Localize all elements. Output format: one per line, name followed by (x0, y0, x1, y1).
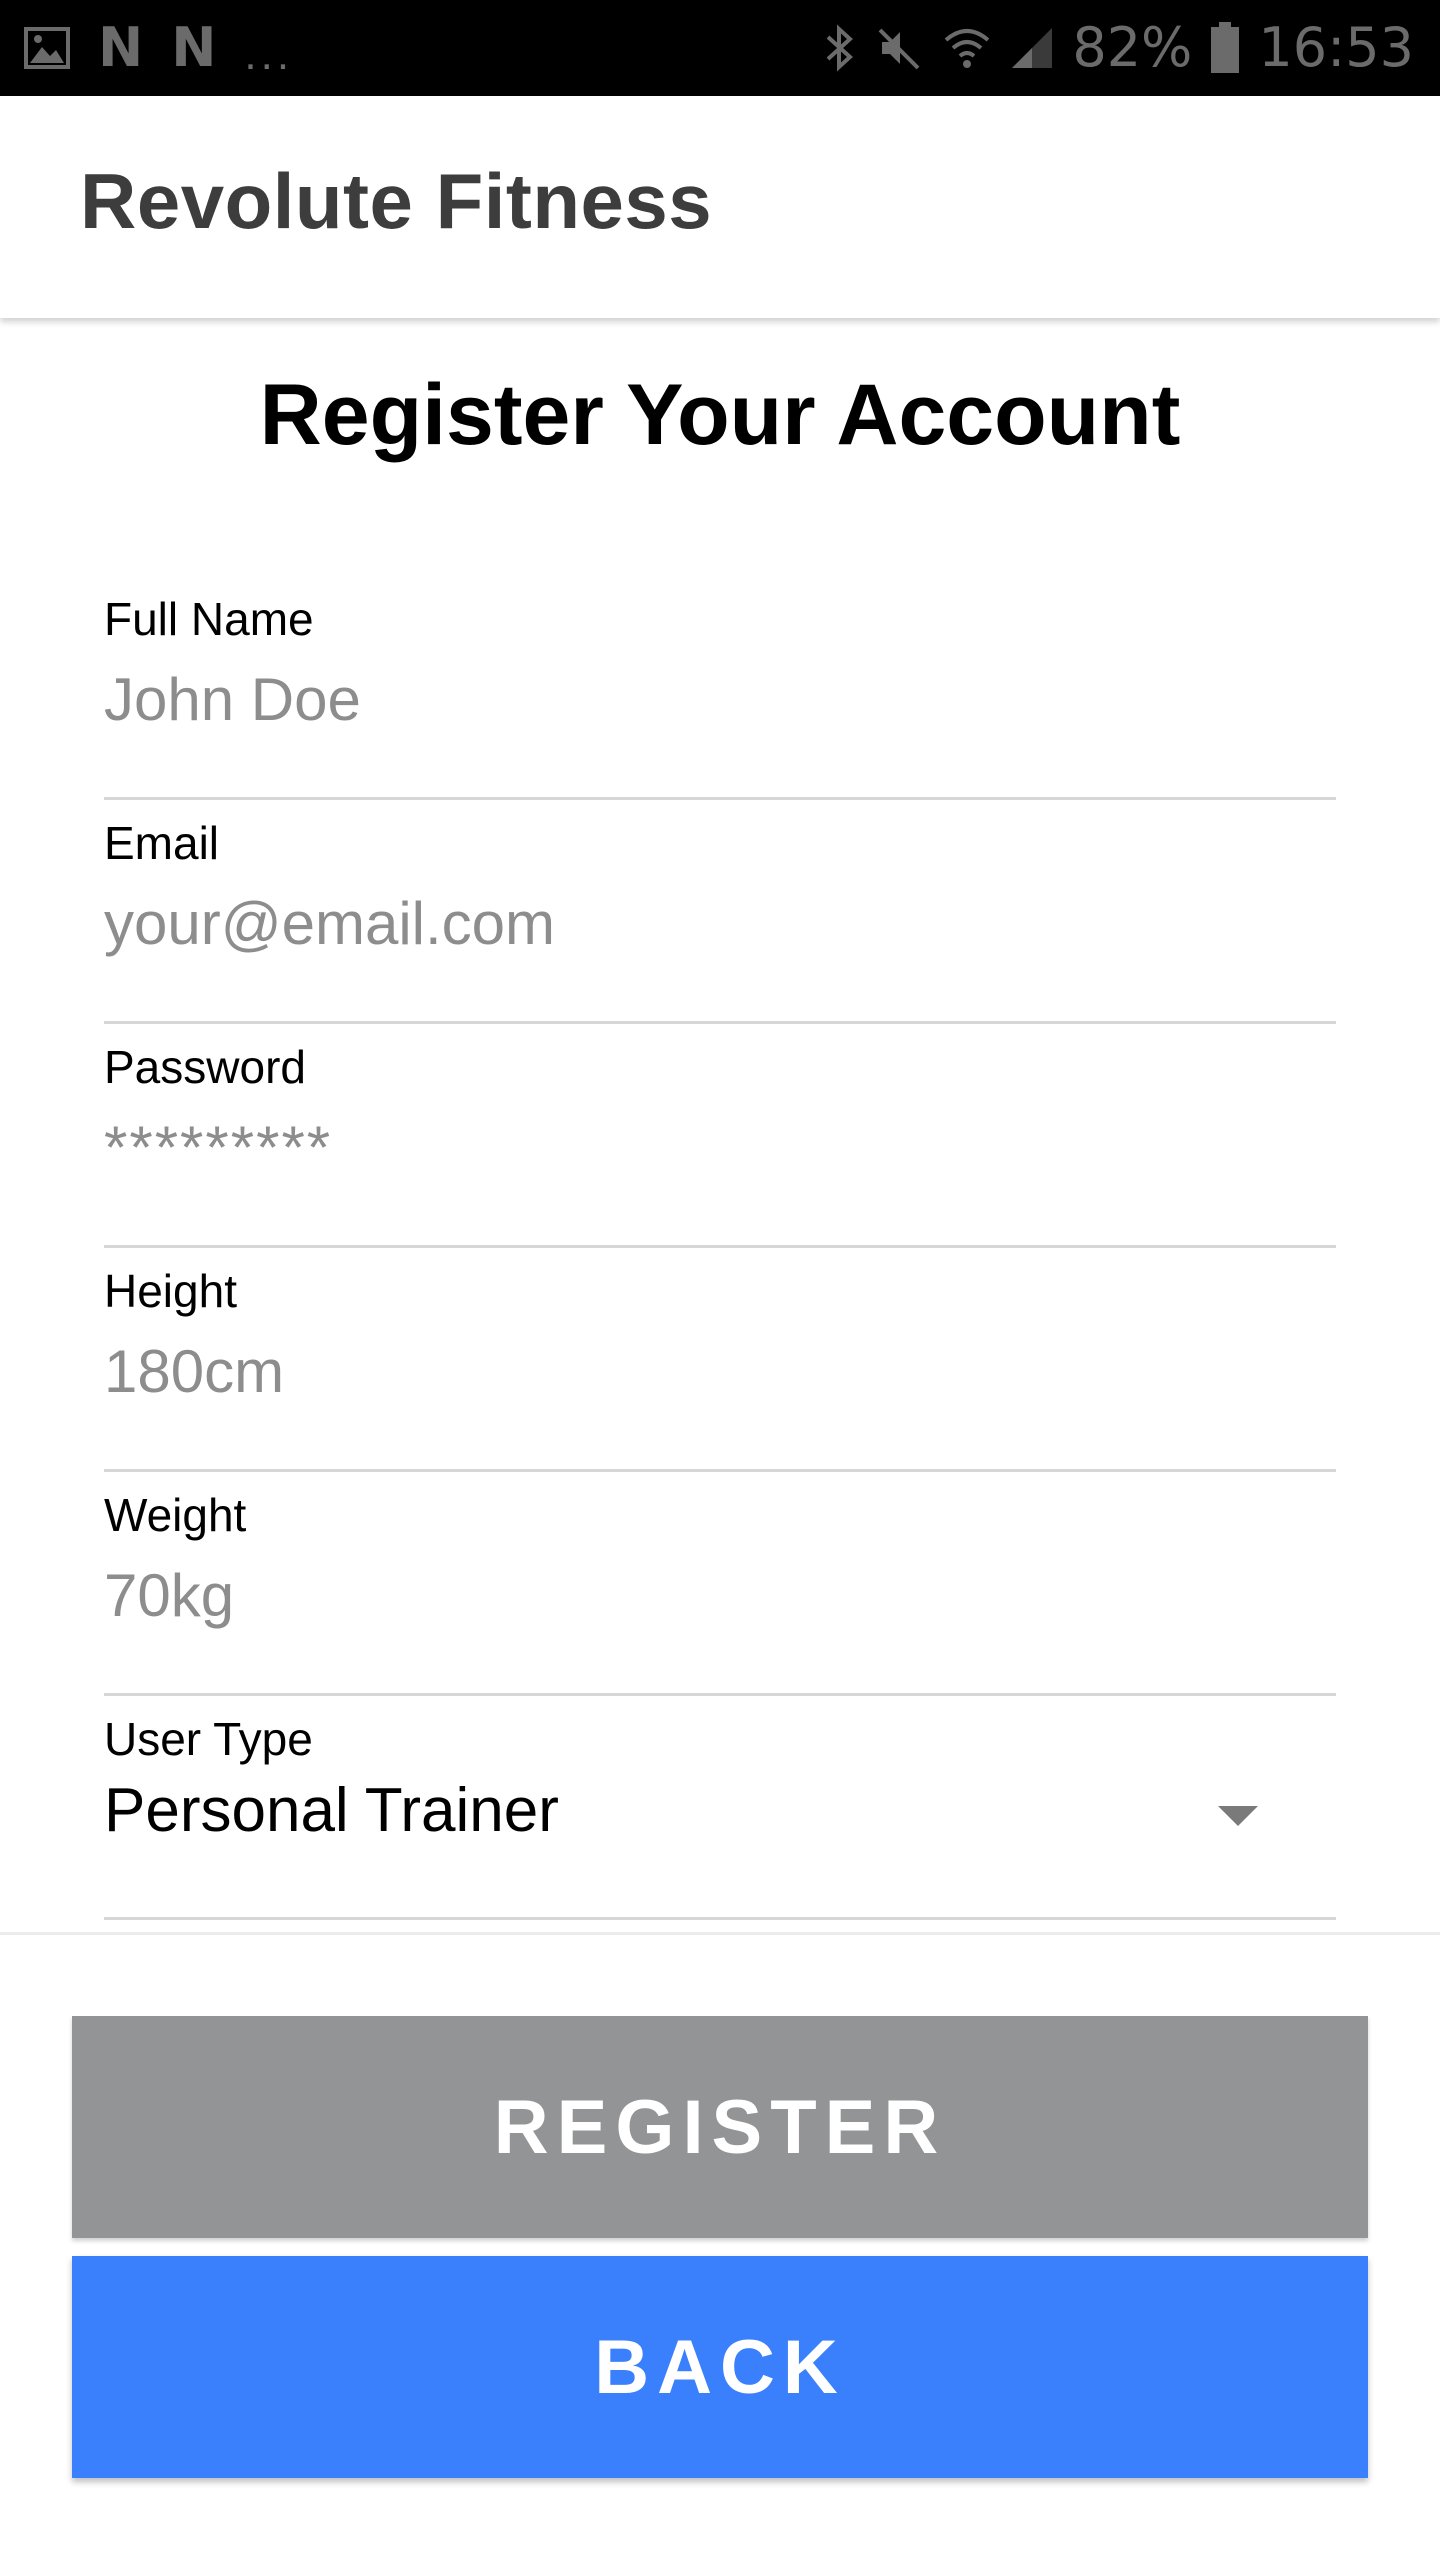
app-bar: Revolute Fitness (0, 96, 1440, 318)
status-bar: N N ... 82% 16:53 (0, 0, 1440, 96)
app-title: Revolute Fitness (80, 157, 713, 245)
user-type-select[interactable]: Personal Trainer (104, 1780, 559, 1842)
weight-field: Weight (104, 1472, 1336, 1696)
status-left: N N ... (24, 18, 293, 78)
password-input[interactable] (104, 1112, 1204, 1182)
password-label: Password (104, 1041, 306, 1093)
user-type-field: User Type Personal Trainer (104, 1696, 1336, 1920)
email-label: Email (104, 817, 220, 869)
back-button[interactable]: BACK (72, 2256, 1368, 2478)
wifi-icon (942, 24, 992, 72)
email-field: Email (104, 800, 1336, 1024)
full-name-field: Full Name (104, 576, 1336, 800)
battery-percent: 82% (1072, 16, 1193, 79)
weight-input[interactable] (104, 1560, 1204, 1630)
status-right: 82% 16:53 (822, 18, 1414, 78)
bluetooth-icon (822, 23, 858, 73)
status-time: 16:53 (1258, 16, 1414, 79)
n-icon: N (98, 16, 144, 79)
height-field: Height (104, 1248, 1336, 1472)
weight-label: Weight (104, 1489, 247, 1541)
n-icon: N (171, 16, 217, 79)
full-name-input[interactable] (104, 664, 1204, 734)
password-field: Password (104, 1024, 1336, 1248)
height-input[interactable] (104, 1336, 1204, 1406)
mute-icon (876, 24, 924, 72)
user-type-underline (104, 1917, 1336, 1920)
register-button[interactable]: REGISTER (72, 2016, 1368, 2238)
page-title: Register Your Account (259, 367, 1181, 463)
form-divider (0, 1932, 1440, 1935)
signal-icon (1010, 26, 1054, 70)
image-icon (24, 27, 70, 69)
user-type-label: User Type (104, 1713, 313, 1765)
dropdown-caret-icon[interactable] (1218, 1806, 1258, 1826)
email-input[interactable] (104, 888, 1204, 958)
battery-icon (1210, 22, 1240, 74)
more-dots-icon: ... (244, 30, 294, 79)
height-label: Height (104, 1265, 237, 1317)
full-name-label: Full Name (104, 593, 314, 645)
